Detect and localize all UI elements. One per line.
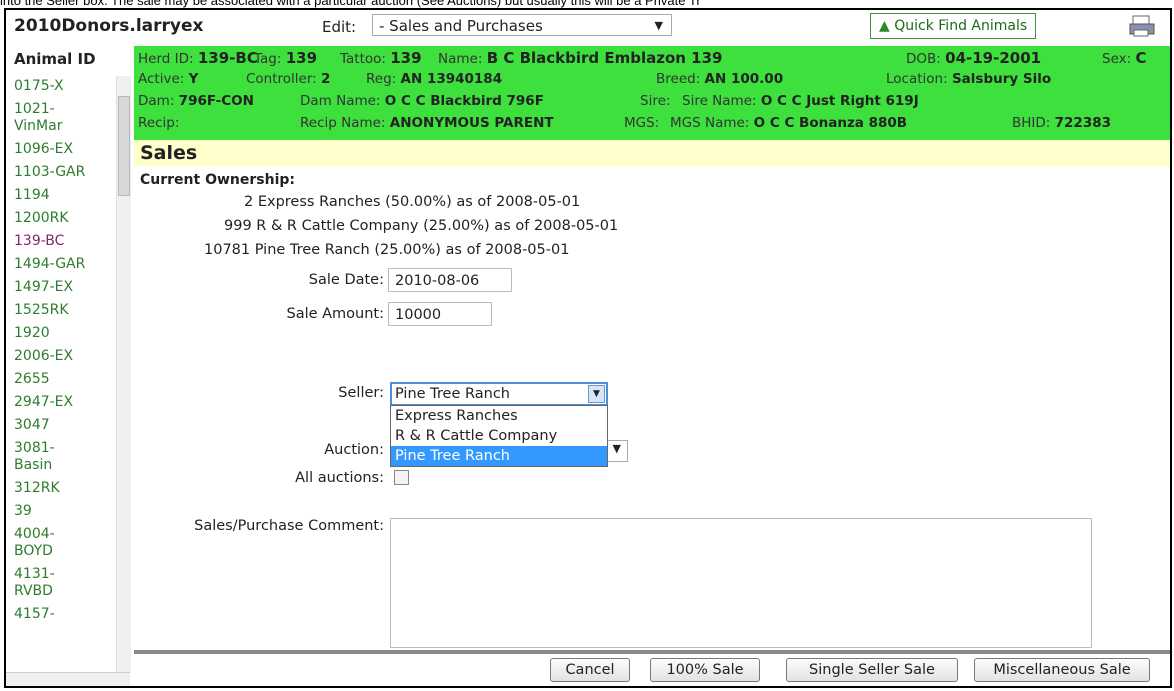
full-sale-button[interactable]: 100% Sale [650, 658, 760, 682]
recip-name-field: Recip Name: ANONYMOUS PARENT [300, 115, 554, 131]
printer-icon[interactable] [1127, 14, 1157, 38]
sidebar-vertical-scrollbar[interactable] [116, 76, 131, 672]
sidebar-horizontal-scrollbar[interactable] [6, 672, 130, 686]
animal-item[interactable]: 2006-EX [6, 346, 116, 369]
reg-field: Reg: AN 13940184 [366, 71, 503, 87]
sales-section-header: Sales [134, 140, 1170, 166]
tattoo-field: Tattoo: 139 [340, 49, 422, 67]
seller-selected-value: Pine Tree Ranch [395, 386, 510, 402]
animal-item[interactable]: 3081- Basin [6, 438, 116, 478]
seller-label: Seller: [338, 385, 384, 401]
sire-field: Sire: [640, 93, 671, 109]
animal-item[interactable]: 1200RK [6, 208, 116, 231]
location-field: Location: Salsbury Silo [886, 71, 1052, 87]
seller-dropdown-list: Express Ranches R & R Cattle Company Pin… [390, 405, 608, 467]
comment-label: Sales/Purchase Comment: [194, 518, 384, 534]
action-bar: Cancel 100% Sale Single Seller Sale Misc… [134, 650, 1170, 686]
owner-line: 10781 Pine Tree Ranch (25.00%) as of 200… [204, 242, 570, 258]
edit-mode-value: - Sales and Purchases [379, 17, 543, 35]
all-auctions-label: All auctions: [295, 470, 384, 486]
animal-item[interactable]: 1103-GAR [6, 162, 116, 185]
all-auctions-checkbox[interactable] [394, 470, 409, 485]
chevron-down-icon: ▼ [612, 442, 621, 455]
animal-item[interactable]: 4004- BOYD [6, 524, 116, 564]
animal-item[interactable]: 4131- RVBD [6, 564, 116, 604]
triangle-icon: ▲ [879, 18, 890, 34]
sale-date-label: Sale Date: [308, 272, 384, 288]
animal-item[interactable]: 2655 [6, 369, 116, 392]
sex-field: Sex: C [1102, 49, 1147, 67]
animal-list: 0175-X 1021- VinMar 1096-EX 1103-GAR 119… [6, 76, 116, 672]
animal-item[interactable]: 1194 [6, 185, 116, 208]
sale-amount-input[interactable]: 10000 [388, 302, 492, 326]
animal-item-selected[interactable]: 139-BC [6, 231, 116, 254]
seller-select[interactable]: Pine Tree Ranch ▼ [390, 382, 608, 406]
comment-textarea[interactable] [390, 518, 1092, 648]
dob-field: DOB: 04-19-2001 [906, 49, 1042, 67]
controller-field: Controller: 2 [246, 71, 331, 87]
owner-line: 2 Express Ranches (50.00%) as of 2008-05… [244, 194, 581, 210]
seller-option[interactable]: Express Ranches [391, 406, 607, 426]
name-field: Name: B C Blackbird Emblazon 139 [438, 49, 723, 67]
animal-item[interactable]: 1021- VinMar [6, 99, 116, 139]
auction-label: Auction: [324, 442, 384, 458]
top-bar: 2010Donors.larryex Edit: - Sales and Pur… [6, 10, 1170, 46]
help-caption: into the Seller box. The sale may be ass… [0, 0, 701, 8]
active-field: Active: Y [138, 71, 199, 87]
quick-find-label: Quick Find Animals [894, 18, 1028, 34]
ownership-header: Current Ownership: [140, 172, 295, 188]
animal-item[interactable]: 39 [6, 501, 116, 524]
sale-amount-label: Sale Amount: [286, 306, 384, 322]
animal-item[interactable]: 0175-X [6, 76, 116, 99]
animal-item[interactable]: 1525RK [6, 300, 116, 323]
scrollbar-thumb[interactable] [118, 96, 130, 196]
animal-item[interactable]: 1920 [6, 323, 116, 346]
recip-field: Recip: [138, 115, 180, 131]
herd-id-field: Herd ID: 139-BC [138, 49, 258, 67]
dam-field: Dam: 796F-CON [138, 93, 254, 109]
animal-sidebar: Animal ID 0175-X 1021- VinMar 1096-EX 11… [6, 46, 134, 686]
miscellaneous-sale-button[interactable]: Miscellaneous Sale [974, 658, 1150, 682]
sales-title: Sales [140, 142, 198, 164]
animal-info-panel: Herd ID: 139-BC Tag: 139 Tattoo: 139 Nam… [134, 46, 1170, 140]
chevron-down-icon: ▼ [654, 19, 663, 32]
sale-date-input[interactable]: 2010-08-06 [388, 268, 512, 292]
breed-field: Breed: AN 100.00 [656, 71, 784, 87]
quick-find-button[interactable]: ▲ Quick Find Animals [870, 13, 1037, 39]
owner-line: 999 R & R Cattle Company (25.00%) as of … [224, 218, 619, 234]
animal-item[interactable]: 312RK [6, 478, 116, 501]
dam-name-field: Dam Name: O C C Blackbird 796F [300, 93, 544, 109]
animal-item[interactable]: 1096-EX [6, 139, 116, 162]
seller-option-selected[interactable]: Pine Tree Ranch [391, 446, 607, 466]
animal-id-header: Animal ID [14, 50, 96, 68]
edit-mode-select[interactable]: - Sales and Purchases ▼ [372, 14, 672, 36]
edit-label: Edit: [322, 18, 357, 36]
animal-item[interactable]: 3047 [6, 415, 116, 438]
chevron-down-icon[interactable]: ▼ [588, 385, 605, 403]
animal-item[interactable]: 2947-EX [6, 392, 116, 415]
animal-item[interactable]: 1497-EX [6, 277, 116, 300]
animal-item[interactable]: 1494-GAR [6, 254, 116, 277]
bhid-field: BHID: 722383 [1012, 115, 1112, 131]
sales-form: Current Ownership: 2 Express Ranches (50… [134, 166, 1170, 666]
cancel-button[interactable]: Cancel [550, 658, 630, 682]
mgs-field: MGS: [624, 115, 660, 131]
file-title: 2010Donors.larryex [14, 16, 204, 36]
animal-item[interactable]: 4157- [6, 604, 116, 627]
app-window: 2010Donors.larryex Edit: - Sales and Pur… [4, 8, 1172, 688]
tag-field: Tag: 139 [254, 49, 318, 67]
single-seller-sale-button[interactable]: Single Seller Sale [786, 658, 958, 682]
sire-name-field: Sire Name: O C C Just Right 619J [682, 93, 919, 109]
mgs-name-field: MGS Name: O C C Bonanza 880B [670, 115, 908, 131]
seller-option[interactable]: R & R Cattle Company [391, 426, 607, 446]
